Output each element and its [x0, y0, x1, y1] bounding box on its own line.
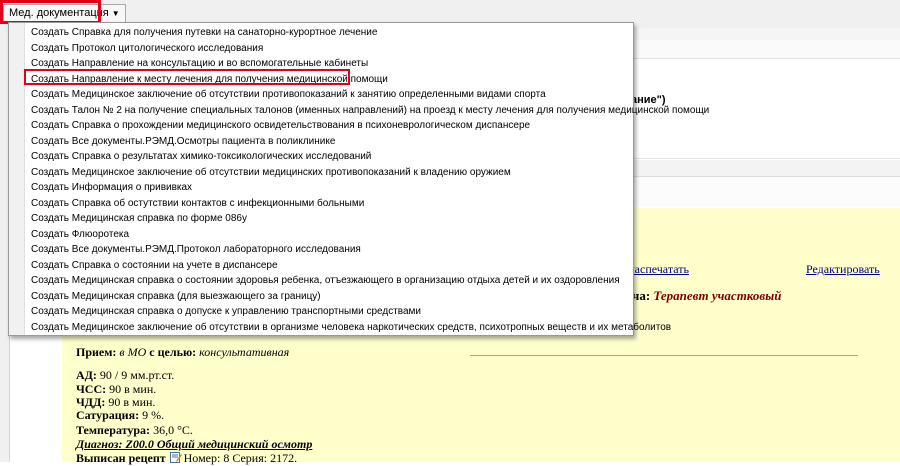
specialist-label: ча: [632, 288, 654, 303]
diagnosis-label: Диагноз: [76, 437, 123, 451]
rr-value: 90 в мин. [108, 395, 156, 409]
reception-label: Прием: [76, 345, 117, 359]
menu-item[interactable]: Создать Информация о прививках [31, 180, 192, 196]
menu-item[interactable]: Создать Справка о результатах химико-ток… [31, 149, 371, 165]
prescription-edit-icon[interactable] [169, 451, 182, 463]
menu-item[interactable]: Создать Медицинское заключение об отсутс… [31, 165, 511, 181]
menu-item[interactable]: Создать Справка о прохождении медицинско… [31, 118, 530, 134]
print-link[interactable]: Распечатать [628, 262, 689, 277]
bp-value: 90 / 9 мм.рт.ст. [99, 368, 175, 382]
prescription-row: Выписан рецепт Номер: 8 Серия: 2172. [76, 451, 297, 466]
temp-row: Температура: 36,0 °C. [76, 423, 193, 438]
chevron-down-icon: ▼ [111, 9, 120, 18]
menu-item[interactable]: Создать Протокол цитологического исследо… [31, 41, 263, 57]
spo2-value: 9 %. [142, 408, 165, 422]
hr-label: ЧСС: [76, 382, 107, 396]
bp-row: АД: 90 / 9 мм.рт.ст. [76, 368, 174, 383]
bp-label: АД: [76, 368, 97, 382]
diagnosis-value: Z00.0 Общий медицинский осмотр [125, 437, 313, 451]
menu-item[interactable]: Создать Справка о состоянии на учете в д… [31, 258, 278, 274]
menu-item[interactable]: Создать Медицинская справка (для выезжаю… [31, 289, 321, 305]
prescription-label: Выписан рецепт [76, 451, 166, 465]
reception-goal: консультативная [199, 345, 290, 359]
reception-place: в МО [119, 345, 147, 359]
button-highlight-frame [0, 0, 101, 24]
rr-label: ЧДД: [76, 395, 106, 409]
menu-item[interactable]: Создать Все документы.РЭМД.Протокол лабо… [31, 242, 361, 258]
diagnosis-row: Диагноз: Z00.0 Общий медицинский осмотр [76, 437, 312, 452]
reception-goal-label: с целью: [149, 345, 197, 359]
menu-item[interactable]: Создать Медицинское заключение об отсутс… [31, 87, 546, 103]
menu-item[interactable]: Создать Все документы.РЭМД.Осмотры пацие… [31, 134, 335, 150]
med-docs-menu: Создать Справка для получения путевки на… [8, 22, 709, 336]
diagnosis-link[interactable]: Диагноз: Z00.0 Общий медицинский осмотр [76, 437, 312, 451]
spo2-label: Сатурация: [76, 408, 140, 422]
menu-item[interactable]: Создать Флюоротека [31, 227, 129, 243]
menu-item[interactable]: Создать Медицинская справка по форме 086… [31, 211, 247, 227]
reception-row: Прием: в МО с целью: консультативная [76, 345, 289, 360]
spo2-row: Сатурация: 9 %. [76, 408, 164, 423]
menu-item[interactable]: Создать Медицинское заключение об отсутс… [31, 320, 671, 336]
specialist-line: ча: Терапевт участковый [632, 288, 781, 304]
menu-item[interactable]: Создать Медицинская справка о состоянии … [31, 273, 620, 289]
temp-value: 36,0 °C. [153, 423, 193, 437]
divider-line [470, 355, 858, 356]
prescription-value: Номер: 8 Серия: 2172. [183, 451, 298, 465]
menu-item[interactable]: Создать Справка об остутствии контактов … [31, 196, 364, 212]
temp-label: Температура: [76, 423, 151, 437]
menu-icon-gutter [9, 23, 25, 335]
menu-item[interactable]: Создать Талон № 2 на получение специальн… [31, 103, 709, 119]
menu-item[interactable]: Создать Медицинская справка о допуске к … [31, 304, 421, 320]
menu-item[interactable]: Создать Справка для получения путевки на… [31, 25, 377, 41]
menu-item-highlight-frame [24, 69, 350, 85]
edit-link[interactable]: Редактировать [806, 262, 880, 277]
specialist-value: Терапевт участковый [653, 288, 782, 303]
hr-value: 90 в мин. [109, 382, 157, 396]
